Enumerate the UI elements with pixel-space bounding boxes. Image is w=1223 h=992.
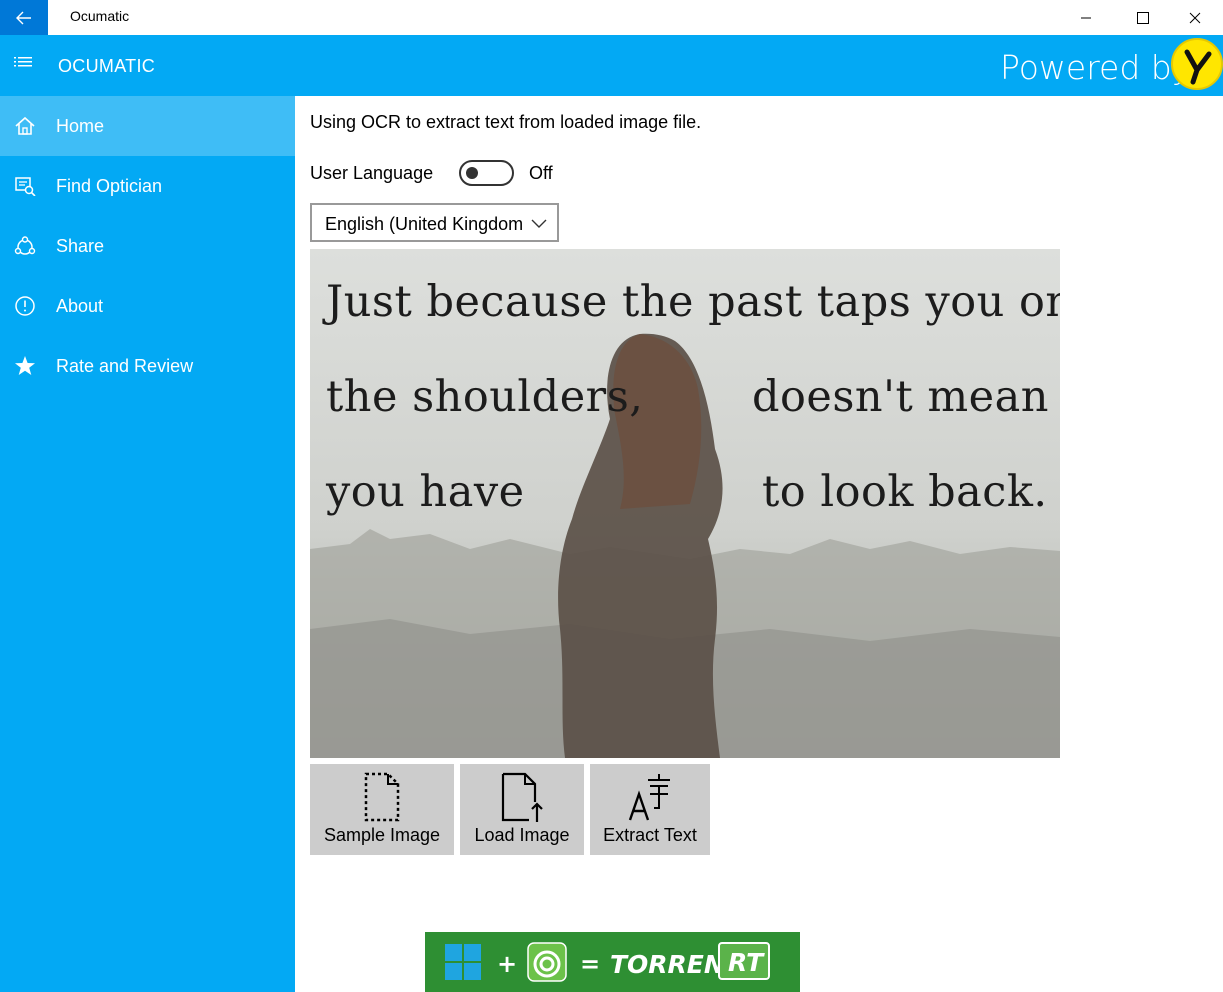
sidebar-item-about[interactable]: About (0, 276, 295, 336)
sidebar-item-label: Rate and Review (56, 355, 194, 376)
back-button[interactable] (0, 0, 48, 35)
page-description: Using OCR to extract text from loaded im… (310, 112, 702, 132)
advertisement-banner[interactable]: + = TORRENT RT (425, 932, 800, 992)
load-image-label: Load Image (474, 825, 570, 845)
image-text-line-5: to look back. (762, 467, 1048, 517)
maximize-icon (1137, 11, 1149, 24)
title-bar: Ocumatic (0, 0, 1223, 35)
sidebar-item-label: Find Optician (56, 175, 163, 196)
ad-rt-text: RT (728, 948, 764, 977)
star-icon (13, 354, 37, 378)
extract-text-button[interactable]: Extract Text (590, 764, 710, 855)
sample-image-button[interactable]: Sample Image (310, 764, 454, 855)
language-select[interactable]: English (United Kingdom) (310, 203, 559, 242)
sidebar-item-find-optician[interactable]: Find Optician (0, 156, 295, 216)
sidebar: Home Find Optician Share About Rate and … (0, 96, 295, 992)
bittorrent-logo-icon (527, 942, 567, 982)
load-image-button[interactable]: Load Image (460, 764, 584, 855)
yellow-pages-logo[interactable] (1171, 38, 1223, 90)
main-content: Using OCR to extract text from loaded im… (295, 96, 1223, 992)
sidebar-item-label: Home (56, 115, 105, 136)
sidebar-item-share[interactable]: Share (0, 216, 295, 276)
extract-text-label: Extract Text (603, 825, 697, 845)
minimize-button[interactable] (1058, 0, 1114, 35)
app-header: OCUMATIC Powered by (0, 35, 1223, 96)
upload-document-icon (501, 772, 543, 822)
toggle-knob (466, 167, 478, 179)
sidebar-item-home[interactable]: Home (0, 96, 295, 156)
share-icon (13, 234, 37, 258)
user-language-toggle[interactable] (459, 160, 514, 186)
sidebar-item-label: Share (56, 235, 105, 256)
translate-text-icon (628, 774, 670, 821)
find-optician-icon (13, 174, 37, 198)
hamburger-icon (14, 57, 32, 67)
image-text-line-4: you have (326, 467, 525, 517)
loaded-image: Just because the past taps you on the sh… (310, 249, 1060, 758)
chevron-down-icon (531, 219, 547, 228)
window-title: Ocumatic (70, 8, 130, 24)
powered-by-text: Powered by (1000, 48, 1192, 87)
minimize-icon (1081, 17, 1091, 18)
image-text-line-2: the shoulders, (326, 372, 644, 422)
info-icon (13, 294, 37, 318)
image-text-line-3: doesn't mean (752, 372, 1049, 422)
sample-document-icon (364, 772, 400, 822)
home-icon (13, 114, 37, 138)
close-button[interactable] (1167, 0, 1223, 35)
app-name: OCUMATIC (58, 56, 156, 76)
close-icon (1189, 12, 1201, 23)
ad-plus: + (497, 950, 518, 978)
hamburger-menu-button[interactable] (14, 55, 34, 76)
ad-rt-badge: RT (718, 942, 770, 980)
user-language-label: User Language (310, 163, 434, 183)
windows-logo-icon (445, 944, 481, 980)
image-text-line-1: Just because the past taps you on (326, 277, 1060, 327)
sample-image-label: Sample Image (323, 825, 441, 845)
back-arrow-icon (16, 11, 31, 24)
sidebar-item-label: About (56, 295, 104, 316)
maximize-button[interactable] (1115, 0, 1171, 35)
ad-equals: = (580, 950, 601, 978)
language-select-value: English (United Kingdom) (325, 214, 523, 234)
sidebar-item-rate-review[interactable]: Rate and Review (0, 336, 295, 396)
toggle-state-label: Off (529, 163, 553, 183)
